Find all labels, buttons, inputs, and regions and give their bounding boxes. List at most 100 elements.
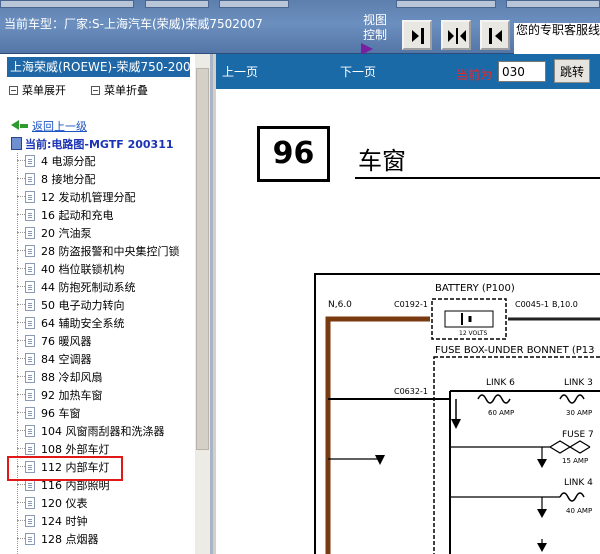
menu-tree: 4 电源分配 8 接地分配 12 发动机管理分配 16 起动和充电 20 汽油泵 28 防… xyxy=(0,153,195,554)
menu-item-label: 76 暖风器 xyxy=(41,335,92,348)
menu-item[interactable]: 44 防抱死制动系统 xyxy=(17,279,195,297)
fuse7-amp: 15 AMP xyxy=(562,457,588,465)
expand-icon xyxy=(9,86,18,95)
document-icon xyxy=(25,191,35,203)
menu-item[interactable]: 128 点烟器 xyxy=(17,531,195,549)
menu-item-label: 28 防盗报警和中央集控门锁 xyxy=(41,245,180,258)
menu-item[interactable]: 76 暖风器 xyxy=(17,333,195,351)
connector-c0192: C0192-1 xyxy=(394,300,428,309)
link4-amp: 40 AMP xyxy=(566,507,592,515)
schematic-frame xyxy=(314,273,600,554)
connector-c0045: C0045-1 xyxy=(515,300,549,309)
ground-arrow-icon xyxy=(537,543,547,552)
document-icon xyxy=(25,497,35,509)
page-nav-bar: 上一页 下一页 当前为 跳转 xyxy=(216,54,600,89)
link6-fuse-icon xyxy=(477,394,511,404)
wiring-schematic: N,6.0 BATTERY (P100) C0192-1 C0045-1 B,1… xyxy=(314,273,600,554)
link4-fuse-icon xyxy=(559,492,585,502)
document-icon xyxy=(25,173,35,185)
menu-item[interactable]: 28 防盗报警和中央集控门锁 xyxy=(17,243,195,261)
panel-right-icon xyxy=(412,28,424,44)
section-number: 96 xyxy=(257,126,330,182)
menu-scrollbar[interactable] xyxy=(195,54,210,554)
collapse-icon xyxy=(91,86,100,95)
battery-label: BATTERY (P100) xyxy=(435,283,515,294)
menu-item[interactable]: 64 辅助安全系统 xyxy=(17,315,195,333)
menu-item[interactable]: 20 汽油泵 xyxy=(17,225,195,243)
ground-arrow-icon xyxy=(537,509,547,518)
menu-item[interactable]: 88 冷却风扇 xyxy=(17,369,195,387)
page-number-input[interactable] xyxy=(498,61,546,82)
expand-menu-button[interactable]: 菜单展开 xyxy=(9,84,66,97)
view-split-button[interactable] xyxy=(441,20,471,50)
menu-item[interactable]: 104 风窗雨刮器和洗涤器 xyxy=(17,423,195,441)
document-icon xyxy=(25,515,35,527)
view-left-button[interactable] xyxy=(480,20,510,50)
document-pane: 上一页 下一页 当前为 跳转 96 车窗 N,6.0 BATTERY (P100… xyxy=(216,54,600,554)
ground-arrow-icon xyxy=(537,459,547,468)
battery-volts: 12 VOLTS xyxy=(459,330,487,337)
menu-item[interactable]: 120 仪表 xyxy=(17,495,195,513)
jump-button[interactable]: 跳转 xyxy=(554,59,590,83)
connector-c0632: C0632-1 xyxy=(394,387,428,396)
menu-item-label: 128 点烟器 xyxy=(41,533,99,546)
menu-item[interactable]: 16 起动和充电 xyxy=(17,207,195,225)
book-icon xyxy=(11,137,22,150)
document-icon xyxy=(25,263,35,275)
menu-item-label: 104 风窗雨刮器和洗涤器 xyxy=(41,425,165,438)
menu-item[interactable]: 108 外部车灯 xyxy=(17,441,195,459)
menu-item-label: 40 档位联锁机构 xyxy=(41,263,125,276)
panel-split-icon xyxy=(448,28,466,44)
document-icon xyxy=(25,371,35,383)
document-icon xyxy=(25,209,35,221)
menu-item[interactable]: 4 电源分配 xyxy=(17,153,195,171)
document-icon xyxy=(25,281,35,293)
next-page-link[interactable]: 下一页 xyxy=(340,63,376,80)
document-icon xyxy=(25,407,35,419)
document-icon xyxy=(25,533,35,545)
top-tab-strip xyxy=(0,0,134,8)
document-icon xyxy=(25,155,35,167)
current-model-title: 当前车型：厂家:S-上海汽车(荣威)荣威7502007 xyxy=(4,17,263,31)
menu-item-label: 96 车窗 xyxy=(41,407,81,420)
menu-item-label: 112 内部车灯 xyxy=(41,461,110,474)
menu-item[interactable]: 40 档位联锁机构 xyxy=(17,261,195,279)
menu-item[interactable]: 8 接地分配 xyxy=(17,171,195,189)
current-category: 当前:电路图-MGTF 200311 xyxy=(11,136,174,152)
scrollbar-thumb[interactable] xyxy=(196,68,209,450)
ground-wire xyxy=(325,316,430,554)
fusebox-label: FUSE BOX-UNDER BONNET (P13 xyxy=(435,345,595,356)
menu-item-label: 50 电子动力转向 xyxy=(41,299,125,312)
link3-fuse-icon xyxy=(559,394,585,404)
menu-item[interactable]: 124 时钟 xyxy=(17,513,195,531)
fuse7-label: FUSE 7 xyxy=(562,430,594,440)
app-window: 当前车型：厂家:S-上海汽车(荣威)荣威7502007 视图控制 您的专职客服线… xyxy=(0,0,600,554)
panel-left-icon xyxy=(489,28,502,44)
menu-item-label: 4 电源分配 xyxy=(41,155,96,168)
menu-item-label: 16 起动和充电 xyxy=(41,209,114,222)
top-tab-strip xyxy=(219,0,289,8)
menu-item-selected[interactable]: 96 车窗 xyxy=(17,405,195,423)
link6-amp: 60 AMP xyxy=(488,409,514,417)
menu-item[interactable]: 116 内部照明 xyxy=(17,477,195,495)
document-icon xyxy=(25,353,35,365)
back-arrow-icon xyxy=(11,120,19,130)
document-icon xyxy=(25,299,35,311)
document-icon xyxy=(25,461,35,473)
back-link[interactable]: 返回上一级 xyxy=(11,118,87,134)
document-icon xyxy=(25,425,35,437)
menu-item[interactable]: 92 加热车窗 xyxy=(17,387,195,405)
top-tab-strip xyxy=(506,0,600,8)
collapse-menu-button[interactable]: 菜单折叠 xyxy=(91,84,148,97)
link3-label: LINK 3 xyxy=(564,378,593,388)
menu-item[interactable]: 50 电子动力转向 xyxy=(17,297,195,315)
document-icon xyxy=(25,389,35,401)
menu-item[interactable]: 12 发动机管理分配 xyxy=(17,189,195,207)
section-title: 车窗 xyxy=(358,147,406,175)
prev-page-link[interactable]: 上一页 xyxy=(222,63,258,80)
menu-item[interactable]: 84 空调器 xyxy=(17,351,195,369)
view-right-button[interactable] xyxy=(402,20,432,50)
document-icon xyxy=(25,317,35,329)
menu-item[interactable]: 112 内部车灯 xyxy=(17,459,195,477)
menu-item-label: 116 内部照明 xyxy=(41,479,110,492)
